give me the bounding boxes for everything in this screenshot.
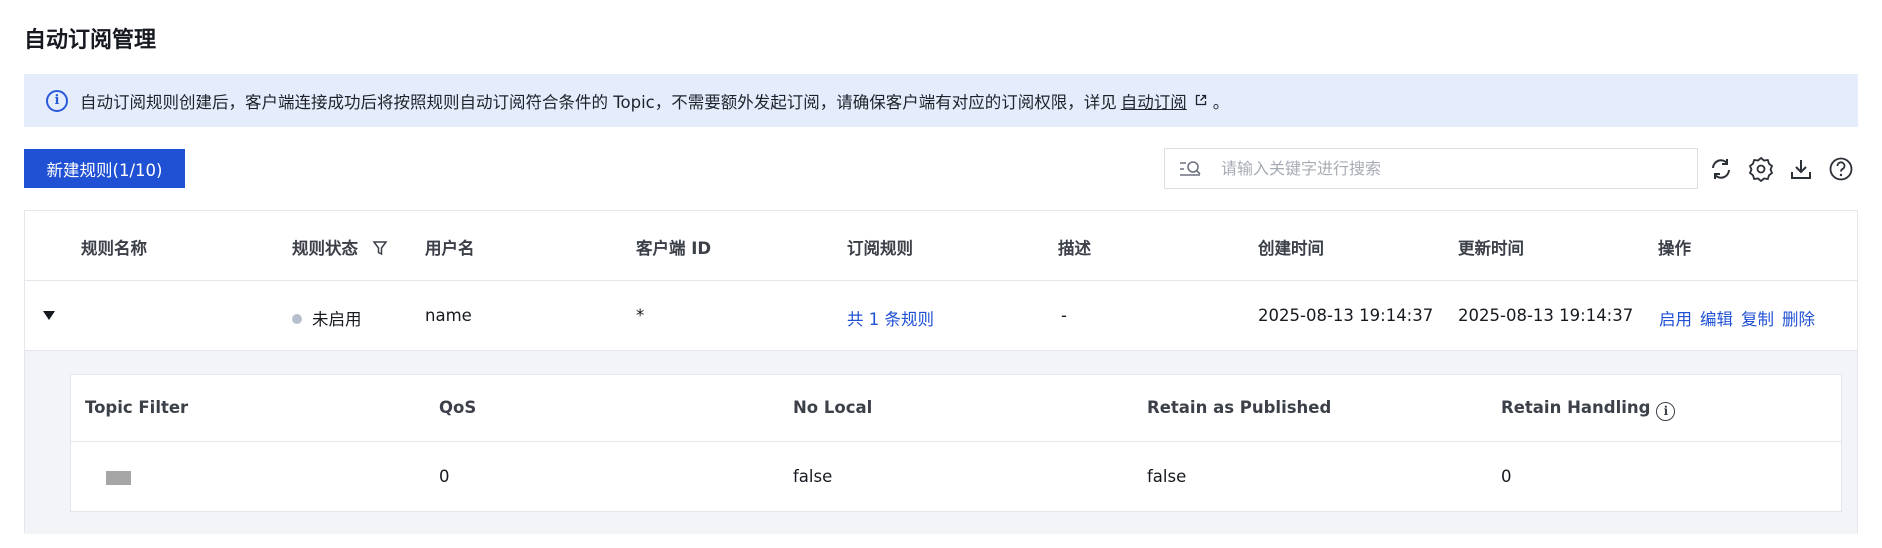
notice-text: 自动订阅规则创建后，客户端连接成功后将按照规则自动订阅符合条件的 Topic，不… (80, 92, 1117, 112)
notice-link[interactable]: 自动订阅 (1121, 89, 1187, 113)
subcolumn-retain-handling: Retain Handling i (1501, 398, 1676, 421)
updated-time-cell: 2025-08-13 19:14:37 (1458, 306, 1634, 325)
info-icon[interactable]: i (1656, 402, 1676, 421)
subcolumn-retain-as-published: Retain as Published (1147, 398, 1332, 417)
help-icon[interactable] (1828, 156, 1854, 182)
description-cell: - (1061, 306, 1067, 325)
status-cell: 未启用 (292, 306, 362, 330)
create-rule-button[interactable]: 新建规则(1/10) (24, 149, 185, 188)
subcolumn-retain-handling-label: Retain Handling (1501, 398, 1651, 417)
rules-link[interactable]: 共 1 条规则 (847, 306, 934, 330)
subcolumn-qos: QoS (439, 398, 477, 417)
refresh-icon[interactable] (1708, 156, 1734, 182)
actions-cell: 启用 编辑 复制 删除 (1659, 306, 1823, 330)
column-header-name: 规则名称 (81, 239, 147, 258)
notice-suffix: 。 (1212, 92, 1230, 112)
column-header-description: 描述 (1058, 239, 1091, 258)
column-header-updated: 更新时间 (1458, 239, 1524, 258)
edit-button[interactable]: 编辑 (1700, 310, 1733, 329)
enable-button[interactable]: 启用 (1659, 310, 1692, 329)
table-row: 未启用 name * 共 1 条规则 - 2025-08-13 19:14:37… (25, 281, 1857, 351)
column-header-actions: 操作 (1658, 239, 1691, 258)
subcolumn-no-local: No Local (793, 398, 873, 417)
subscription-rules-table: Topic Filter QoS No Local Retain as Publ… (70, 374, 1842, 512)
search-box[interactable] (1164, 148, 1698, 189)
column-header-username: 用户名 (425, 239, 475, 258)
info-icon: i (46, 89, 68, 112)
download-icon[interactable] (1788, 156, 1814, 182)
delete-button[interactable]: 删除 (1782, 310, 1815, 329)
copy-button[interactable]: 复制 (1741, 310, 1774, 329)
info-notice: i 自动订阅规则创建后，客户端连接成功后将按照规则自动订阅符合条件的 Topic… (24, 74, 1858, 127)
page-title: 自动订阅管理 (24, 28, 157, 53)
subcolumn-topic-filter: Topic Filter (85, 398, 189, 417)
no-local-cell: false (793, 467, 833, 486)
client-id-cell: * (636, 306, 645, 325)
expanded-row-panel: Topic Filter QoS No Local Retain as Publ… (25, 351, 1857, 534)
search-input[interactable] (1221, 159, 1697, 178)
retain-as-published-cell: false (1147, 467, 1187, 486)
column-header-client-id: 客户端 ID (636, 239, 712, 258)
retain-handling-cell: 0 (1501, 467, 1512, 486)
settings-icon[interactable] (1748, 156, 1774, 182)
filter-icon[interactable] (372, 240, 388, 256)
external-link-icon[interactable] (1195, 91, 1207, 110)
subtable-header: Topic Filter QoS No Local Retain as Publ… (71, 375, 1841, 442)
username-cell: name (425, 306, 472, 325)
qos-cell: 0 (439, 467, 450, 486)
status-dot (292, 314, 302, 324)
table-header: 规则名称 规则状态 用户名 客户端 ID 订阅规则 描述 创建时间 更新时间 操… (25, 211, 1857, 281)
column-header-status: 规则状态 (292, 235, 388, 259)
column-header-status-label: 规则状态 (292, 239, 358, 258)
search-icon (1180, 160, 1201, 176)
created-time-cell: 2025-08-13 19:14:37 (1258, 306, 1434, 325)
redacted-topic-filter (106, 471, 131, 485)
column-header-created: 创建时间 (1258, 239, 1324, 258)
status-text: 未启用 (312, 310, 362, 329)
expand-caret-icon[interactable] (43, 311, 55, 320)
column-header-rules: 订阅规则 (847, 239, 913, 258)
rules-table: 规则名称 规则状态 用户名 客户端 ID 订阅规则 描述 创建时间 更新时间 操… (24, 210, 1858, 534)
